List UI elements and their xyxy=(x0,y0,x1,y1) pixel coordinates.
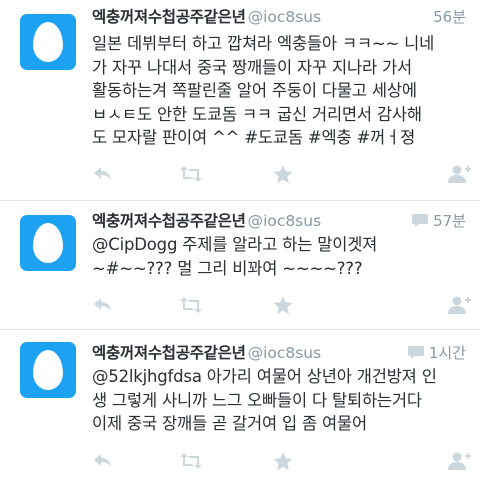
tweet[interactable]: 엑충꺼져수첩공주같은년 @ioc8sus 56분 일본 데뷔부터 하고 깝쳐라 엑… xyxy=(0,0,480,201)
reply-icon[interactable] xyxy=(90,449,116,473)
star-icon[interactable] xyxy=(270,162,296,186)
retweet-icon[interactable] xyxy=(178,449,204,473)
egg-avatar-icon[interactable] xyxy=(20,215,76,271)
retweet-icon[interactable] xyxy=(178,293,204,317)
tweet-text-line: 활동하는겨 쪽팔린줄 알어 주둥이 다물고 세상에 xyxy=(92,81,417,100)
timestamp-wrap: 1시간 xyxy=(407,342,466,364)
display-name[interactable]: 엑충꺼져수첩공주같은년 xyxy=(92,344,246,362)
display-name[interactable]: 엑충꺼져수첩공주같은년 xyxy=(92,8,246,26)
tweet-text: @52lkjhgfdsa 아가리 여물어 상년아 개건방져 인 생 그렇게 사니… xyxy=(92,365,466,436)
tweet-actions xyxy=(90,449,472,473)
timestamp[interactable]: 57분 xyxy=(433,212,466,230)
reply-icon[interactable] xyxy=(90,162,116,186)
tweet-text-line: 생 그렇게 사니까 느그 오빠들이 다 탈퇴하는거다 xyxy=(92,390,422,410)
tweet-header: 엑충꺼져수첩공주같은년 @ioc8sus 56분 xyxy=(92,6,466,28)
user-handle[interactable]: @ioc8sus xyxy=(248,212,322,230)
timestamp[interactable]: 1시간 xyxy=(429,344,466,362)
follow-user-icon[interactable] xyxy=(446,162,472,186)
tweet-actions xyxy=(90,162,472,186)
speech-bubble-icon xyxy=(407,345,424,359)
follow-user-icon[interactable] xyxy=(446,293,472,317)
tweet-text: 일본 데뷔부터 하고 깝쳐라 엑충들아 ㅋㅋ~~ 니네 가 자꾸 나대서 중국 … xyxy=(92,32,466,150)
tweet-actions xyxy=(90,293,472,317)
star-icon[interactable] xyxy=(270,293,296,317)
tweet-text-line: @CipDogg 주제를 알라고 하는 말이겟져 xyxy=(92,235,378,254)
tweet-text-line: 가 자꾸 나대서 중국 짱깨들이 자꾸 지나라 가서 xyxy=(92,57,412,77)
user-handle[interactable]: @ioc8sus xyxy=(248,344,322,362)
tweet-header: 엑충꺼져수첩공주같은년 @ioc8sus 57분 xyxy=(92,210,466,232)
tweet-text-line: 이제 중국 장깨들 곧 갈거여 입 좀 여물어 xyxy=(92,414,367,433)
timestamp-wrap: 57분 xyxy=(412,210,466,232)
tweet-text-line: @52lkjhgfdsa 아가리 여물어 상년아 개건방져 인 xyxy=(92,367,437,386)
tweet-text: @CipDogg 주제를 알라고 하는 말이겟져 ~#~~??? 멀 그리 비꽈… xyxy=(92,233,466,280)
egg-avatar-icon[interactable] xyxy=(20,14,76,70)
retweet-icon[interactable] xyxy=(178,162,204,186)
tweet-text-line: ~#~~??? 멀 그리 비꽈여 ~~~~??? xyxy=(92,258,363,278)
tweet-text-line: ㅂㅅㅌ도 안한 도쿄돔 ㅋㅋ 굽신 거리면서 감사해 xyxy=(92,104,422,124)
tweet-header: 엑충꺼져수첩공주같은년 @ioc8sus 1시간 xyxy=(92,342,466,364)
display-name[interactable]: 엑충꺼져수첩공주같은년 xyxy=(92,212,246,230)
tweet-text-line: 도 모자랄 판이여 ^^ #도쿄돔 #엑충 #꺼ㅓ졍 xyxy=(92,128,416,147)
tweet[interactable]: 엑충꺼져수첩공주같은년 @ioc8sus 1시간 @52lkjhgfdsa 아가리… xyxy=(0,330,480,478)
timestamp[interactable]: 56분 xyxy=(433,8,466,26)
egg-avatar-icon[interactable] xyxy=(20,342,76,398)
timestamp-wrap: 56분 xyxy=(433,6,466,28)
reply-icon[interactable] xyxy=(90,293,116,317)
follow-user-icon[interactable] xyxy=(446,449,472,473)
tweet[interactable]: 엑충꺼져수첩공주같은년 @ioc8sus 57분 @CipDogg 주제를 알라고… xyxy=(0,201,480,330)
user-handle[interactable]: @ioc8sus xyxy=(248,8,322,26)
tweet-timeline: 엑충꺼져수첩공주같은년 @ioc8sus 56분 일본 데뷔부터 하고 깝쳐라 엑… xyxy=(0,0,480,478)
star-icon[interactable] xyxy=(270,449,296,473)
tweet-text-line: 일본 데뷔부터 하고 깝쳐라 엑충들아 ㅋㅋ~~ 니네 xyxy=(92,34,435,53)
speech-bubble-icon xyxy=(412,213,429,227)
